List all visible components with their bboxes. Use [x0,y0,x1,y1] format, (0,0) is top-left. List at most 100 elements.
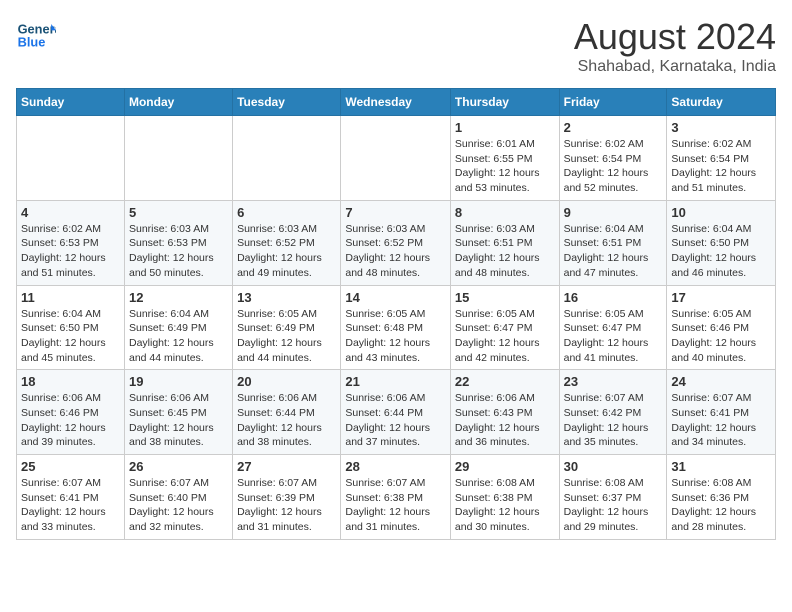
month-title: August 2024 [574,16,776,58]
calendar-cell: 19Sunrise: 6:06 AM Sunset: 6:45 PM Dayli… [124,370,232,455]
day-number: 8 [455,205,555,220]
calendar-cell: 30 Sunrise: 6:08 AM Sunset: 6:37 PM Dayli… [559,455,667,540]
svg-text:Blue: Blue [18,34,46,49]
day-number: 7 [345,205,446,220]
day-info: Sunrise: 6:08 AM Sunset: 6:38 PM Dayligh… [455,476,555,535]
logo-icon: General Blue [16,16,56,56]
day-info: Sunrise: 6:07 AM Sunset: 6:40 PM Dayligh… [129,476,228,535]
calendar-cell: 5 Sunrise: 6:03 AM Sunset: 6:53 PM Daylig… [124,200,232,285]
day-info: Sunrise: 6:04 AM Sunset: 6:51 PM Dayligh… [564,222,663,281]
day-number: 1 [455,120,555,135]
day-info: Sunrise: 6:04 AM Sunset: 6:50 PM Dayligh… [21,307,120,366]
calendar-cell: 13 Sunrise: 6:05 AM Sunset: 6:49 PM Dayli… [233,285,341,370]
day-number: 16 [564,290,663,305]
day-info: Sunrise: 6:06 AM Sunset: 6:44 PM Dayligh… [345,391,446,450]
day-number: 6 [237,205,336,220]
calendar-cell: 22Sunrise: 6:06 AM Sunset: 6:43 PM Dayli… [450,370,559,455]
calendar-cell: 29 Sunrise: 6:08 AM Sunset: 6:38 PM Dayli… [450,455,559,540]
day-number: 28 [345,459,446,474]
calendar-cell: 16 Sunrise: 6:05 AM Sunset: 6:47 PM Dayli… [559,285,667,370]
day-number: 15 [455,290,555,305]
calendar-cell: 21 Sunrise: 6:06 AM Sunset: 6:44 PM Dayli… [341,370,451,455]
calendar-cell [17,116,125,201]
weekday-header-wednesday: Wednesday [341,89,451,116]
day-info: Sunrise: 6:03 AM Sunset: 6:52 PM Dayligh… [237,222,336,281]
day-info: Sunrise: 6:04 AM Sunset: 6:50 PM Dayligh… [671,222,771,281]
calendar-cell: 7 Sunrise: 6:03 AM Sunset: 6:52 PM Daylig… [341,200,451,285]
day-number: 14 [345,290,446,305]
day-info: Sunrise: 6:01 AM Sunset: 6:55 PM Dayligh… [455,137,555,196]
weekday-header-friday: Friday [559,89,667,116]
weekday-header-sunday: Sunday [17,89,125,116]
day-info: Sunrise: 6:08 AM Sunset: 6:37 PM Dayligh… [564,476,663,535]
day-info: Sunrise: 6:03 AM Sunset: 6:51 PM Dayligh… [455,222,555,281]
day-info: Sunrise: 6:06 AM Sunset: 6:44 PM Dayligh… [237,391,336,450]
day-number: 27 [237,459,336,474]
calendar-cell: 2Sunrise: 6:02 AM Sunset: 6:54 PM Daylig… [559,116,667,201]
weekday-header-saturday: Saturday [667,89,776,116]
day-number: 20 [237,374,336,389]
calendar-cell: 26 Sunrise: 6:07 AM Sunset: 6:40 PM Dayli… [124,455,232,540]
day-info: Sunrise: 6:06 AM Sunset: 6:46 PM Dayligh… [21,391,120,450]
day-info: Sunrise: 6:05 AM Sunset: 6:49 PM Dayligh… [237,307,336,366]
day-info: Sunrise: 6:05 AM Sunset: 6:46 PM Dayligh… [671,307,771,366]
calendar-cell: 12 Sunrise: 6:04 AM Sunset: 6:49 PM Dayli… [124,285,232,370]
day-number: 11 [21,290,120,305]
day-info: Sunrise: 6:02 AM Sunset: 6:53 PM Dayligh… [21,222,120,281]
day-number: 23 [564,374,663,389]
day-number: 26 [129,459,228,474]
logo: General Blue [16,16,60,56]
calendar-cell: 24 Sunrise: 6:07 AM Sunset: 6:41 PM Dayli… [667,370,776,455]
calendar-cell [233,116,341,201]
calendar-cell: 17 Sunrise: 6:05 AM Sunset: 6:46 PM Dayli… [667,285,776,370]
weekday-header-monday: Monday [124,89,232,116]
day-info: Sunrise: 6:07 AM Sunset: 6:41 PM Dayligh… [21,476,120,535]
calendar-cell: 11 Sunrise: 6:04 AM Sunset: 6:50 PM Dayli… [17,285,125,370]
day-number: 18 [21,374,120,389]
day-number: 30 [564,459,663,474]
day-number: 10 [671,205,771,220]
day-number: 12 [129,290,228,305]
location-title: Shahabad, Karnataka, India [574,58,776,76]
day-info: Sunrise: 6:07 AM Sunset: 6:41 PM Dayligh… [671,391,771,450]
day-number: 24 [671,374,771,389]
day-info: Sunrise: 6:06 AM Sunset: 6:45 PM Dayligh… [129,391,228,450]
day-info: Sunrise: 6:07 AM Sunset: 6:39 PM Dayligh… [237,476,336,535]
page-header: General Blue August 2024 Shahabad, Karna… [16,16,776,76]
calendar-cell: 23 Sunrise: 6:07 AM Sunset: 6:42 PM Dayli… [559,370,667,455]
day-info: Sunrise: 6:02 AM Sunset: 6:54 PM Dayligh… [564,137,663,196]
day-number: 9 [564,205,663,220]
calendar-cell: 8 Sunrise: 6:03 AM Sunset: 6:51 PM Daylig… [450,200,559,285]
day-info: Sunrise: 6:05 AM Sunset: 6:47 PM Dayligh… [455,307,555,366]
day-info: Sunrise: 6:08 AM Sunset: 6:36 PM Dayligh… [671,476,771,535]
weekday-header-tuesday: Tuesday [233,89,341,116]
calendar-cell: 18 Sunrise: 6:06 AM Sunset: 6:46 PM Dayli… [17,370,125,455]
day-info: Sunrise: 6:03 AM Sunset: 6:53 PM Dayligh… [129,222,228,281]
day-number: 13 [237,290,336,305]
day-number: 21 [345,374,446,389]
calendar-cell: 10 Sunrise: 6:04 AM Sunset: 6:50 PM Dayli… [667,200,776,285]
day-info: Sunrise: 6:05 AM Sunset: 6:48 PM Dayligh… [345,307,446,366]
day-number: 22 [455,374,555,389]
day-info: Sunrise: 6:05 AM Sunset: 6:47 PM Dayligh… [564,307,663,366]
day-info: Sunrise: 6:03 AM Sunset: 6:52 PM Dayligh… [345,222,446,281]
calendar-cell: 3Sunrise: 6:02 AM Sunset: 6:54 PM Daylig… [667,116,776,201]
day-number: 25 [21,459,120,474]
calendar-table: SundayMondayTuesdayWednesdayThursdayFrid… [16,88,776,540]
weekday-header-thursday: Thursday [450,89,559,116]
day-info: Sunrise: 6:04 AM Sunset: 6:49 PM Dayligh… [129,307,228,366]
calendar-cell: 27 Sunrise: 6:07 AM Sunset: 6:39 PM Dayli… [233,455,341,540]
day-number: 29 [455,459,555,474]
calendar-cell [341,116,451,201]
day-info: Sunrise: 6:02 AM Sunset: 6:54 PM Dayligh… [671,137,771,196]
calendar-cell: 31 Sunrise: 6:08 AM Sunset: 6:36 PM Dayli… [667,455,776,540]
calendar-cell: 25 Sunrise: 6:07 AM Sunset: 6:41 PM Dayli… [17,455,125,540]
day-number: 17 [671,290,771,305]
day-number: 5 [129,205,228,220]
day-info: Sunrise: 6:07 AM Sunset: 6:42 PM Dayligh… [564,391,663,450]
day-number: 31 [671,459,771,474]
calendar-cell: 15 Sunrise: 6:05 AM Sunset: 6:47 PM Dayli… [450,285,559,370]
title-area: August 2024 Shahabad, Karnataka, India [574,16,776,76]
day-number: 4 [21,205,120,220]
calendar-cell: 14 Sunrise: 6:05 AM Sunset: 6:48 PM Dayli… [341,285,451,370]
